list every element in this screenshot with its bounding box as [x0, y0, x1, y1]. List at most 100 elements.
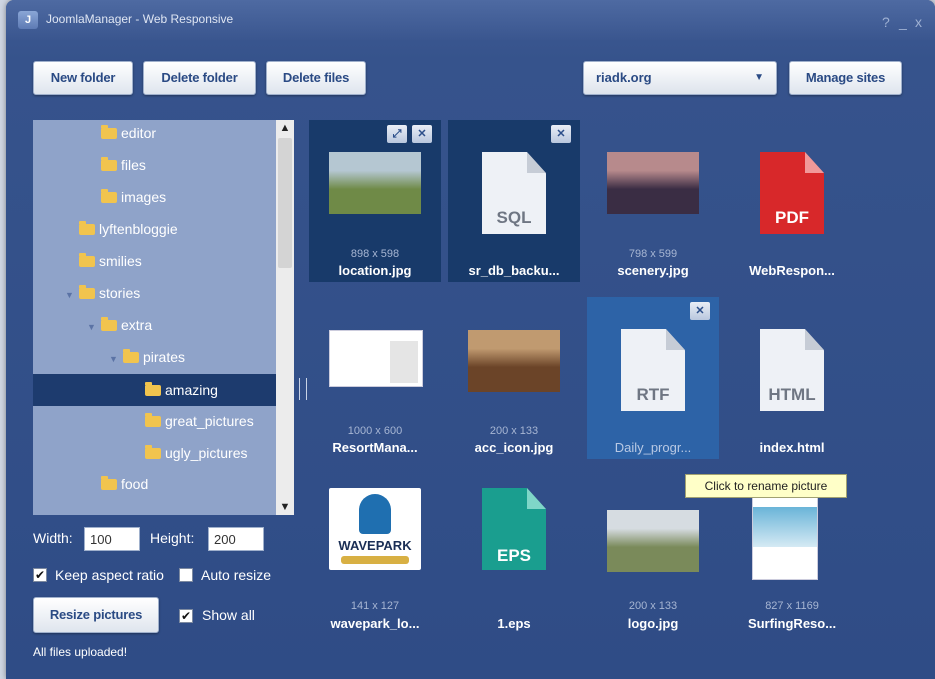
chevron-down-icon: ▼: [754, 72, 764, 83]
delete-folder-button[interactable]: Delete folder: [143, 61, 256, 95]
width-label: Width:: [33, 530, 73, 546]
eps-file-icon: EPS: [482, 488, 546, 570]
folder-tree[interactable]: editor files images lyftenbloggie smilie…: [33, 120, 276, 515]
resize-pictures-button[interactable]: Resize pictures: [33, 597, 159, 633]
folder-icon: [123, 349, 139, 363]
tree-item-label: smilies: [99, 253, 142, 269]
tree-item-stories[interactable]: ▼ stories: [65, 282, 140, 304]
file-dimensions: 200 x 133: [628, 600, 678, 612]
tree-item-editor[interactable]: editor: [101, 122, 156, 144]
document-file-icon: SQL: [482, 152, 546, 234]
tree-item-smilies[interactable]: smilies: [79, 250, 142, 272]
file-tile[interactable]: 200 x 133 logo.jpg: [587, 478, 719, 640]
tree-item-food[interactable]: food: [101, 473, 148, 495]
file-dimensions: 898 x 598: [350, 248, 400, 260]
file-tile[interactable]: 200 x 133 acc_icon.jpg: [448, 297, 580, 459]
tree-item-label: food: [121, 476, 149, 492]
show-all-checkbox[interactable]: ✔: [179, 609, 193, 623]
expand-triangle-icon[interactable]: ▼: [109, 348, 123, 370]
pane-splitter[interactable]: [299, 378, 307, 400]
tree-item-images[interactable]: images: [101, 186, 166, 208]
folder-icon: [101, 317, 117, 331]
close-icon[interactable]: ✕: [690, 302, 710, 320]
expand-icon[interactable]: ⤢: [387, 125, 407, 143]
file-tile[interactable]: HTML index.html: [726, 297, 858, 459]
folder-icon: [101, 125, 117, 139]
file-name[interactable]: wavepark_lo...: [309, 616, 441, 631]
file-name[interactable]: scenery.jpg: [587, 263, 719, 278]
tree-item-label: files: [121, 157, 146, 173]
file-name[interactable]: location.jpg: [309, 263, 441, 278]
delete-files-button[interactable]: Delete files: [266, 61, 366, 95]
file-name[interactable]: WebRespon...: [726, 263, 858, 278]
manage-sites-button[interactable]: Manage sites: [789, 61, 902, 95]
tree-item-amazing[interactable]: amazing: [145, 379, 218, 401]
file-tile[interactable]: WAVEPARK 141 x 127 wavepark_lo...: [309, 478, 441, 640]
tree-item-lyftenbloggie[interactable]: lyftenbloggie: [79, 218, 178, 240]
close-icon[interactable]: ✕: [412, 125, 432, 143]
file-tile[interactable]: 798 x 599 scenery.jpg: [587, 120, 719, 282]
file-tile[interactable]: 827 x 1169 SurfingReso...: [726, 478, 858, 640]
scrollbar-thumb[interactable]: [278, 138, 292, 268]
file-dimensions: 141 x 127: [350, 600, 400, 612]
expand-triangle-icon[interactable]: ▼: [65, 284, 79, 306]
file-tile[interactable]: SQL ✕ sr_db_backu...: [448, 120, 580, 282]
expand-triangle-icon[interactable]: ▼: [87, 316, 101, 338]
tree-item-label: images: [121, 189, 167, 205]
tree-item-label: lyftenbloggie: [99, 221, 178, 237]
folder-icon: [101, 189, 117, 203]
folder-icon: [145, 382, 161, 396]
file-name[interactable]: logo.jpg: [587, 616, 719, 631]
folder-icon: [79, 253, 95, 267]
show-all-label: Show all: [202, 607, 255, 623]
scroll-down-icon[interactable]: ▼: [276, 499, 294, 515]
minimize-icon[interactable]: _: [899, 14, 907, 30]
file-tile[interactable]: PDF WebRespon...: [726, 120, 858, 282]
site-select[interactable]: riadk.org ▼: [583, 61, 777, 95]
thumbnail-image: WAVEPARK: [329, 488, 421, 570]
file-tile[interactable]: ⤢ ✕ 898 x 598 location.jpg: [309, 120, 441, 282]
height-input[interactable]: 200: [208, 527, 264, 551]
tree-item-ugly-pictures[interactable]: ugly_pictures: [145, 442, 248, 464]
status-message: All files uploaded!: [33, 645, 128, 659]
folder-icon: [79, 285, 95, 299]
help-icon[interactable]: ?: [882, 14, 890, 30]
tree-item-label: great_pictures: [165, 413, 254, 429]
file-name[interactable]: sr_db_backu...: [448, 263, 580, 278]
tree-scrollbar[interactable]: ▲ ▼: [276, 120, 294, 515]
file-name[interactable]: SurfingReso...: [726, 616, 858, 631]
file-name[interactable]: Daily_progr...: [587, 440, 719, 455]
file-tile[interactable]: EPS 1.eps: [448, 478, 580, 640]
document-file-icon: HTML: [760, 329, 824, 411]
thumbnail-image: [607, 510, 699, 572]
tree-item-extra[interactable]: ▼ extra: [87, 314, 152, 336]
height-label: Height:: [150, 530, 195, 546]
tree-item-pirates[interactable]: ▼ pirates: [109, 346, 185, 368]
close-window-icon[interactable]: x: [915, 14, 922, 30]
tree-item-label: extra: [121, 317, 153, 333]
close-icon[interactable]: ✕: [551, 125, 571, 143]
file-tile[interactable]: 1000 x 600 ResortMana...: [309, 297, 441, 459]
file-dimensions: 827 x 1169: [765, 600, 819, 612]
tree-item-files[interactable]: files: [101, 154, 146, 176]
file-dimensions: 1000 x 600: [347, 425, 403, 437]
folder-icon: [145, 413, 161, 427]
auto-resize-checkbox[interactable]: [179, 568, 193, 582]
thumbnail-image: [329, 152, 421, 214]
file-name[interactable]: 1.eps: [448, 616, 580, 631]
keep-aspect-checkbox[interactable]: ✔: [33, 568, 47, 582]
file-name[interactable]: ResortMana...: [309, 440, 441, 455]
file-dimensions: 200 x 133: [489, 425, 539, 437]
document-file-icon: RTF: [621, 329, 685, 411]
file-name[interactable]: acc_icon.jpg: [448, 440, 580, 455]
tree-item-great-pictures[interactable]: great_pictures: [145, 410, 254, 432]
file-tile[interactable]: RTF ✕ Daily_progr...: [587, 297, 719, 459]
scroll-up-icon[interactable]: ▲: [276, 120, 294, 136]
file-name[interactable]: index.html: [726, 440, 858, 455]
width-input[interactable]: 100: [84, 527, 140, 551]
window-title: JoomlaManager - Web Responsive: [46, 12, 234, 26]
logo-text: WAVEPARK: [338, 538, 412, 553]
tree-item-label: editor: [121, 125, 157, 141]
pdf-file-icon: PDF: [760, 152, 824, 234]
new-folder-button[interactable]: New folder: [33, 61, 133, 95]
